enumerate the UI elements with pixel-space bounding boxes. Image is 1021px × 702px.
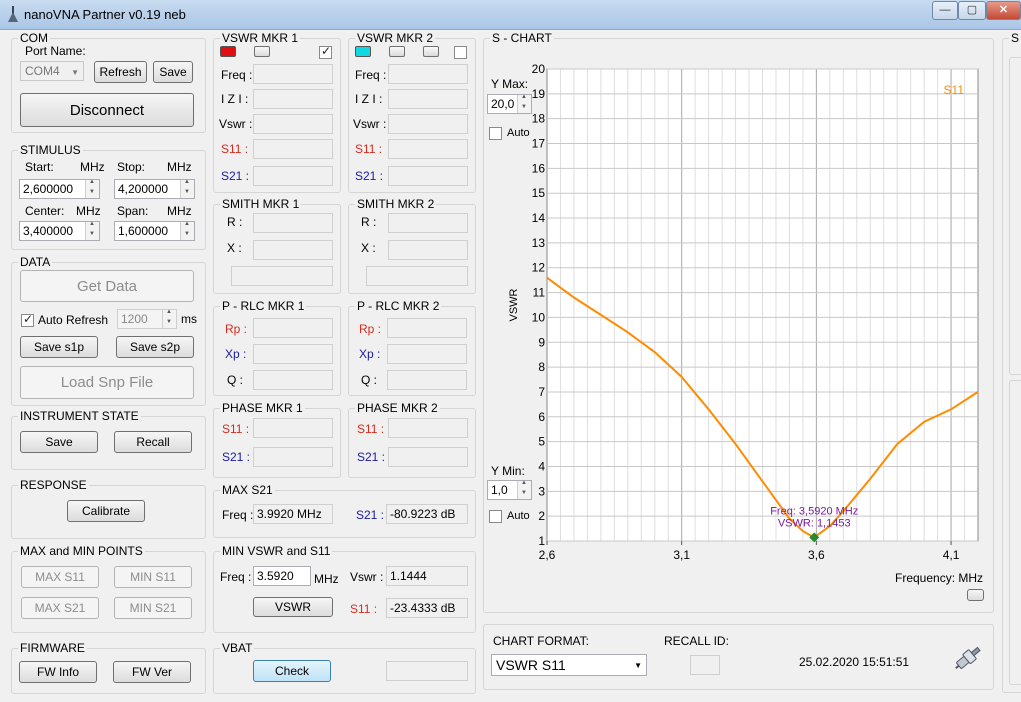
y-tick-label: 10: [532, 310, 546, 324]
y-tick-label: 19: [532, 87, 546, 101]
x-tick-label: 4,1: [943, 548, 960, 562]
right-panel-inner-box-2: [1009, 380, 1021, 685]
recall-id-field: [690, 655, 720, 675]
legend-s11: S11: [944, 83, 965, 97]
y-tick-label: 8: [538, 360, 545, 374]
chart-format-value: VSWR S11: [496, 657, 566, 673]
y-tick-label: 18: [532, 112, 546, 126]
x-tick-label: 3,1: [673, 548, 690, 562]
y-tick-label: 6: [538, 410, 545, 424]
x-tick-label: 3,6: [808, 548, 825, 562]
chart-small-button[interactable]: [967, 589, 984, 601]
recall-id-label: RECALL ID:: [664, 634, 729, 648]
right-panel-label: S: [1009, 31, 1021, 45]
right-panel-inner-box: [1009, 57, 1021, 375]
chevron-down-icon: ▼: [634, 661, 642, 670]
connector-plug-icon[interactable]: [952, 642, 984, 674]
marker-vswr-label: VSWR: 1,1453: [778, 517, 851, 529]
y-tick-label: 4: [538, 459, 545, 473]
y-tick-label: 2: [538, 509, 545, 523]
y-tick-label: 14: [532, 211, 546, 225]
frequency-axis-label: Frequency: MHz: [895, 571, 984, 585]
y-tick-label: 12: [532, 261, 546, 275]
y-tick-label: 17: [532, 137, 546, 151]
y-tick-label: 3: [538, 484, 545, 498]
y-tick-label: 20: [532, 62, 546, 76]
y-tick-label: 16: [532, 161, 546, 175]
y-tick-label: 5: [538, 435, 545, 449]
timestamp: 25.02.2020 15:51:51: [799, 655, 910, 669]
y-tick-label: 13: [532, 236, 546, 250]
vswr-chart: 12345678910111213141516171819202,6 3,1 3,6…: [508, 62, 979, 562]
x-tick-label: 2,6: [539, 548, 556, 562]
y-tick-label: 15: [532, 186, 546, 200]
marker-freq-label: Freq: 3,5920 MHz: [770, 505, 858, 517]
y-tick-label: 7: [538, 385, 545, 399]
y-tick-label: 9: [538, 335, 545, 349]
y-tick-label: 11: [533, 286, 546, 300]
chart-format-label: CHART FORMAT:: [493, 634, 590, 648]
y-axis-label: VSWR: [508, 288, 520, 321]
y-tick-label: 1: [538, 534, 545, 548]
chart-format-select[interactable]: VSWR S11 ▼: [491, 654, 647, 676]
